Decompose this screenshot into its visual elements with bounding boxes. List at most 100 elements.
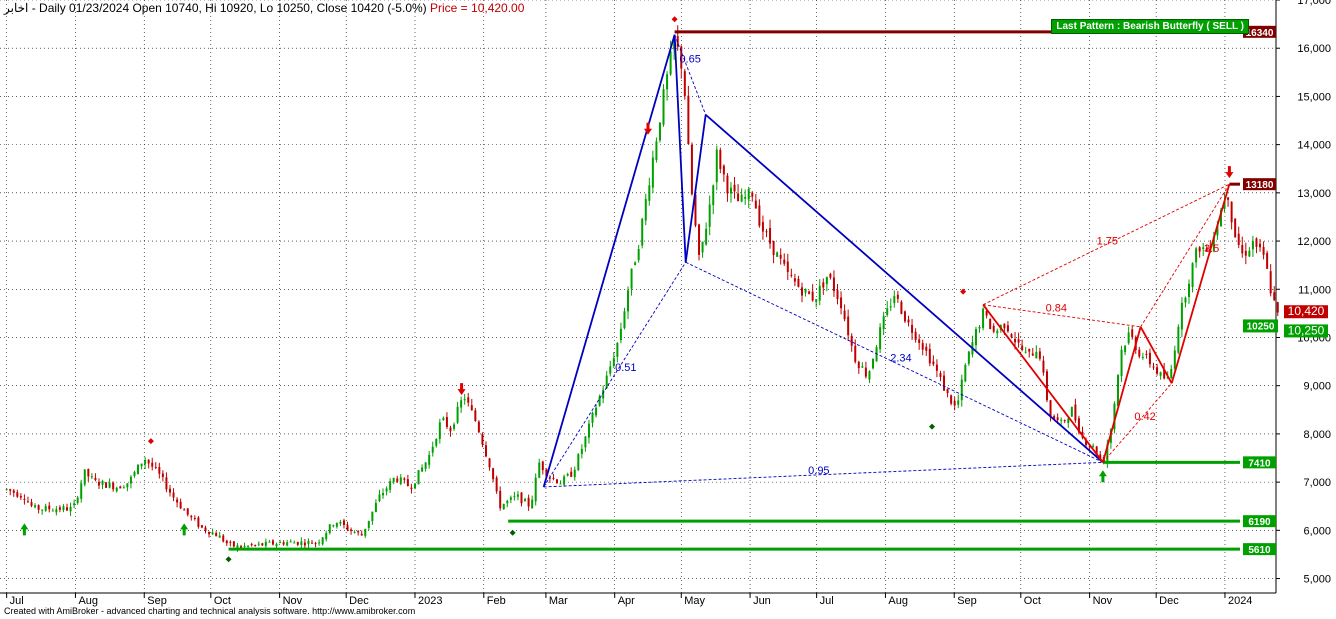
- candle-body: [669, 51, 672, 75]
- bullish-butterfly-ratio-label: 2.34: [890, 353, 911, 365]
- candle-body: [250, 544, 253, 546]
- candle-body: [978, 327, 981, 329]
- candle-body: [996, 330, 999, 334]
- candle-body: [254, 545, 257, 547]
- candle-body: [460, 400, 463, 408]
- candle-body: [229, 541, 232, 543]
- candle-body: [701, 241, 704, 253]
- candle-body: [1173, 350, 1176, 369]
- candle-body: [729, 187, 732, 194]
- candle-body: [129, 476, 132, 484]
- candle-body: [1063, 420, 1066, 422]
- candle-body: [119, 486, 122, 489]
- candle-body: [534, 477, 537, 502]
- candle-body: [584, 436, 587, 448]
- level-tag-label: 5610: [1248, 545, 1271, 556]
- y-tick-label: 8,000: [1303, 429, 1331, 441]
- candle-body: [502, 503, 505, 510]
- candle-body: [374, 502, 377, 512]
- x-tick-label: May: [684, 595, 705, 607]
- candle-body: [243, 545, 246, 547]
- candle-body: [690, 144, 693, 195]
- candle-body: [346, 525, 349, 530]
- candle-body: [204, 527, 207, 532]
- candle-body: [105, 482, 108, 488]
- candle-body: [815, 299, 818, 302]
- bullish-butterfly-ratio-label: 0.95: [808, 465, 829, 477]
- candle-body: [556, 479, 559, 483]
- x-tick-label: 2024: [1228, 595, 1252, 607]
- candle-body: [421, 467, 424, 472]
- candle-body: [605, 375, 608, 389]
- candle-body: [37, 505, 40, 510]
- candle-body: [840, 297, 843, 309]
- candle-body: [48, 505, 51, 510]
- candle-body: [364, 528, 367, 536]
- candle-body: [538, 462, 541, 478]
- candlesticks: [5, 25, 1279, 552]
- candle-body: [843, 310, 846, 320]
- candle-body: [62, 506, 65, 511]
- candle-body: [378, 494, 381, 501]
- candle-body: [587, 423, 590, 438]
- candle-body: [1227, 197, 1230, 200]
- candle-body: [1234, 218, 1237, 238]
- candle-body: [896, 294, 899, 299]
- candle-body: [222, 535, 225, 542]
- candle-body: [73, 503, 76, 506]
- buy-arrow-icon: [1098, 470, 1107, 483]
- candle-body: [1056, 417, 1059, 420]
- candle-body: [492, 468, 495, 480]
- candle-body: [800, 287, 803, 296]
- candle-body: [335, 522, 338, 527]
- header-price: Price = 10,420.00: [430, 1, 525, 15]
- y-tick-label: 14,000: [1297, 140, 1331, 152]
- candle-body: [271, 540, 274, 545]
- candle-body: [403, 478, 406, 480]
- candle-body: [914, 331, 917, 340]
- candle-body: [122, 487, 125, 489]
- candle-body: [698, 224, 701, 255]
- candle-body: [524, 498, 527, 502]
- candle-body: [442, 417, 445, 420]
- candle-body: [708, 204, 711, 227]
- candle-body: [683, 71, 686, 96]
- x-tick-label: Jul: [820, 595, 834, 607]
- candle-body: [1141, 356, 1144, 358]
- candle-body: [836, 290, 839, 300]
- bottom-diamond-icon: [929, 423, 936, 430]
- candle-body: [1138, 349, 1141, 357]
- candle-body: [516, 494, 519, 497]
- candle-body: [392, 477, 395, 482]
- candle-body: [215, 532, 218, 537]
- candle-body: [595, 407, 598, 416]
- candle-body: [90, 476, 93, 478]
- candle-body: [353, 532, 356, 534]
- candle-body: [893, 296, 896, 304]
- price-chart[interactable]: 5,0006,0007,0008,0009,00010,00011,00012,…: [0, 0, 1336, 619]
- price-tag-label: 10250: [1247, 321, 1275, 332]
- candle-body: [1145, 353, 1148, 355]
- candle-body: [658, 122, 661, 141]
- candle-body: [438, 422, 441, 439]
- candle-body: [296, 542, 299, 545]
- candle-body: [822, 282, 825, 288]
- candle-body: [1092, 445, 1095, 447]
- candle-body: [300, 541, 303, 546]
- candle-body: [328, 524, 331, 533]
- candle-body: [264, 541, 267, 546]
- candle-body: [911, 324, 914, 333]
- bottom-diamond-icon: [509, 529, 516, 536]
- level-tag-label: 7410: [1248, 458, 1271, 469]
- candle-body: [1266, 252, 1269, 269]
- x-tick-label: Nov: [1093, 595, 1113, 607]
- candle-body: [818, 285, 821, 301]
- candle-body: [797, 278, 800, 287]
- candle-body: [200, 525, 203, 528]
- candle-body: [1116, 375, 1119, 407]
- candle-body: [66, 507, 69, 511]
- candle-body: [967, 351, 970, 364]
- candle-body: [147, 459, 150, 464]
- candle-body: [793, 278, 796, 282]
- candle-body: [1120, 349, 1123, 377]
